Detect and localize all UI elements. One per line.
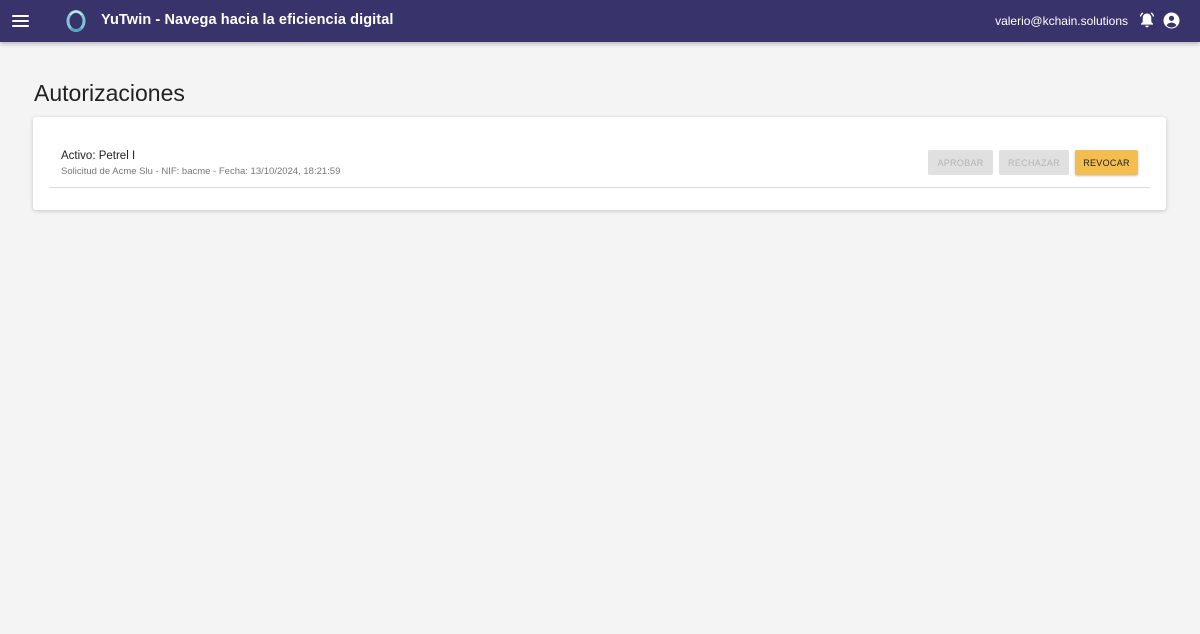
reject-button[interactable]: RECHAZAR xyxy=(999,150,1069,175)
user-email: valerio@kchain.solutions xyxy=(995,14,1128,28)
app-title: YuTwin - Navega hacia la eficiencia digi… xyxy=(101,12,394,28)
approve-button[interactable]: APROBAR xyxy=(928,150,993,175)
authorization-details: Solicitud de Acme Slu - NIF: bacme - Fec… xyxy=(61,166,341,177)
authorization-title: Activo: Petrel I xyxy=(61,150,136,162)
revoke-button[interactable]: REVOCAR xyxy=(1075,150,1138,175)
menu-icon[interactable] xyxy=(12,11,32,31)
authorization-item: Activo: Petrel I Solicitud de Acme Slu -… xyxy=(49,134,1150,188)
authorizations-card: Activo: Petrel I Solicitud de Acme Slu -… xyxy=(33,117,1166,210)
account-circle-icon[interactable] xyxy=(1163,12,1180,29)
page-title: Autorizaciones xyxy=(34,80,185,106)
notifications-icon[interactable] xyxy=(1139,12,1155,29)
app-logo[interactable] xyxy=(65,9,87,33)
top-app-bar: YuTwin - Navega hacia la eficiencia digi… xyxy=(0,0,1200,42)
